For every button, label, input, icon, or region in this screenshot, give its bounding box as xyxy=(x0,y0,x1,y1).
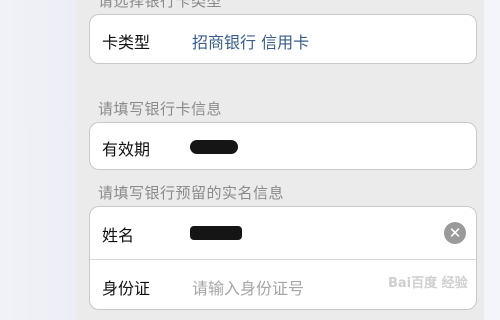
name-row[interactable]: 姓名 ✕ xyxy=(90,207,476,259)
card-type-card[interactable]: 卡类型 招商银行 信用卡 xyxy=(89,14,477,64)
section-header-real-name: 请填写银行预留的实名信息 xyxy=(98,184,285,202)
expiry-redacted-value[interactable] xyxy=(190,140,238,154)
section-header-bank-info: 请填写银行卡信息 xyxy=(98,100,223,118)
id-card-label: 身份证 xyxy=(102,279,151,298)
left-background-strip xyxy=(0,0,76,320)
real-name-card: 姓名 ✕ 身份证 请输入身份证号 xyxy=(89,206,477,310)
name-label: 姓名 xyxy=(102,226,135,245)
name-redacted-value[interactable] xyxy=(190,226,242,240)
clear-input-icon[interactable]: ✕ xyxy=(444,222,466,244)
section-header-card-type: 请选择银行卡类型 xyxy=(98,0,223,10)
card-type-label: 卡类型 xyxy=(102,33,151,52)
right-background-strip xyxy=(484,0,500,320)
card-type-value[interactable]: 招商银行 信用卡 xyxy=(192,29,309,53)
id-card-input[interactable]: 请输入身份证号 xyxy=(192,275,304,299)
bank-info-card[interactable]: 有效期 xyxy=(89,122,477,170)
baidu-watermark: Bai百度 经验 xyxy=(388,276,468,291)
expiry-row[interactable]: 有效期 xyxy=(90,123,476,171)
card-type-row[interactable]: 卡类型 招商银行 信用卡 xyxy=(90,15,476,65)
expiry-label: 有效期 xyxy=(102,140,151,159)
